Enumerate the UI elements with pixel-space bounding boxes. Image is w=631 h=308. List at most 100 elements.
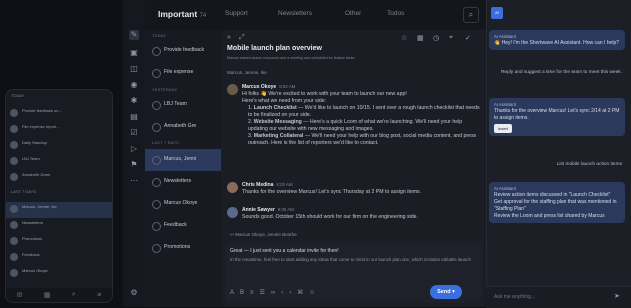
- section-header: TODAY: [152, 34, 167, 38]
- numbered-list-icon[interactable]: ☰: [260, 290, 271, 296]
- bold-icon[interactable]: B: [240, 290, 250, 296]
- checkbox[interactable]: [152, 69, 161, 78]
- message-sender: Chris Medina 8:03 AM: [242, 182, 293, 188]
- send-icon[interactable]: ➤: [614, 292, 620, 300]
- play-icon[interactable]: ▷: [129, 144, 139, 154]
- list-item[interactable]: LBJ Team: [145, 94, 221, 116]
- avatar: [227, 182, 238, 193]
- ai-message: AI Assistant Review action items discuss…: [489, 182, 625, 223]
- inbox-icon[interactable]: ✉: [17, 291, 23, 299]
- avatar: [227, 207, 238, 218]
- checkbox[interactable]: [152, 244, 161, 253]
- calendar-icon[interactable]: ▦: [417, 34, 424, 42]
- mobile-preview: TODAY Provide feedback on... File expens…: [6, 90, 112, 302]
- checkbox[interactable]: [152, 200, 161, 209]
- tab-newsletters[interactable]: Newsletters: [278, 10, 312, 17]
- phone-list-item[interactable]: File expense report...: [6, 122, 112, 138]
- tasks-icon[interactable]: ☑: [129, 128, 139, 138]
- formatting-toolbar: AB≡☰∞‹›⌘☺: [230, 289, 321, 296]
- phone-list-item[interactable]: Annabeth Grant: [6, 170, 112, 186]
- list-item[interactable]: Marcus Okoye: [145, 193, 221, 215]
- list-item[interactable]: Annabeth Gre: [145, 116, 221, 138]
- menu-icon[interactable]: ≡: [97, 292, 101, 299]
- checkbox[interactable]: [152, 123, 161, 132]
- message-sender: Annie Sawyer 8:05 AM: [242, 207, 294, 213]
- thread-pane: » ⤢ ☆ ▦ ◷ ⌖ ✓ Mobile launch plan overvie…: [221, 30, 486, 307]
- avatar: [10, 221, 18, 229]
- done-icon[interactable]: ✓: [465, 34, 471, 42]
- avatar: [10, 173, 18, 181]
- message-sender: Marcus Okoye 8:02 AM: [242, 84, 296, 90]
- avatar: [10, 237, 18, 245]
- list-item[interactable]: Newsletters: [145, 171, 221, 193]
- avatar: [10, 253, 18, 261]
- icon-rail: ✎ ▣ ◫ ◉ ✱ ▤ ☑ ▷ ⚑ ⋯ ⚙: [123, 0, 145, 307]
- link-icon[interactable]: ∞: [271, 290, 281, 296]
- collapse-icon[interactable]: »: [227, 34, 231, 41]
- checkbox[interactable]: [152, 47, 161, 56]
- reply-recipients[interactable]: ↩ Marcus Okoye, Jennie Boothe: [230, 232, 297, 238]
- ai-input[interactable]: Ask me anything...: [494, 294, 535, 300]
- compose-icon[interactable]: ✎: [129, 30, 139, 40]
- checkbox[interactable]: [152, 101, 161, 110]
- list-item[interactable]: Promotions: [145, 237, 221, 259]
- list-item[interactable]: Feedback: [145, 215, 221, 237]
- checkbox[interactable]: [152, 222, 161, 231]
- send-button[interactable]: Send ▾: [430, 285, 462, 299]
- draft-line[interactable]: In the meantime, feel free to start addi…: [230, 257, 475, 263]
- calendar-icon[interactable]: ◫: [129, 64, 139, 74]
- more-icon[interactable]: ⋯: [129, 176, 139, 186]
- draft-line[interactable]: Great — I just sent you a calendar invit…: [230, 248, 475, 254]
- search-icon[interactable]: ⌕: [463, 7, 479, 23]
- calendar-icon[interactable]: ▦: [44, 291, 51, 299]
- phone-list-item[interactable]: Daily Standup: [6, 138, 112, 154]
- phone-list-item[interactable]: Newsletters: [6, 218, 112, 234]
- avatar: [10, 205, 18, 213]
- search-icon[interactable]: ⌕: [72, 291, 76, 299]
- attach-icon[interactable]: ⌘: [297, 290, 309, 296]
- ai-message: AI Assistant Thanks for the overview Mar…: [489, 98, 625, 136]
- emoji-icon[interactable]: ☺: [309, 290, 321, 296]
- gear-icon[interactable]: ⚙: [129, 288, 139, 298]
- tab-support[interactable]: Support: [225, 10, 248, 17]
- checkbox[interactable]: [152, 178, 161, 187]
- section-header: YESTERDAY: [152, 88, 178, 92]
- settings-icon[interactable]: ✱: [129, 96, 139, 106]
- insert-button[interactable]: Insert: [494, 124, 513, 133]
- message-body: Sounds good. October 15th should work fo…: [242, 214, 418, 220]
- flag-icon[interactable]: ⚑: [129, 160, 139, 170]
- participants: Marcus, Jennie, Ike: [227, 70, 267, 75]
- star-icon[interactable]: ☆: [401, 34, 407, 42]
- ai-input-bar: Ask me anything... ➤: [486, 286, 631, 308]
- phone-list-item[interactable]: LBJ Team: [6, 154, 112, 170]
- user-message: Reply and suggest a time for the team to…: [500, 70, 622, 75]
- phone-list-item-selected[interactable]: Marcus, Jennie, Ike: [6, 202, 112, 218]
- expand-icon[interactable]: ⤢: [239, 34, 245, 42]
- user-message: List mobile launch action items: [556, 162, 622, 167]
- page-title: Important 74: [158, 9, 207, 19]
- avatar: [10, 125, 18, 133]
- contacts-icon[interactable]: ◉: [129, 80, 139, 90]
- text-format-icon[interactable]: A: [230, 290, 240, 296]
- avatar: [10, 157, 18, 165]
- list-item[interactable]: Provide feedback: [145, 40, 221, 62]
- phone-list-item[interactable]: Marcus Okoye: [6, 266, 112, 282]
- tab-other[interactable]: Other: [345, 10, 361, 17]
- pin-icon[interactable]: ⌖: [449, 34, 453, 42]
- docs-icon[interactable]: ▤: [129, 112, 139, 122]
- list-item[interactable]: File expense: [145, 62, 221, 84]
- phone-list-item[interactable]: Promotions: [6, 234, 112, 250]
- avatar: [10, 109, 18, 117]
- tab-todos[interactable]: Todos: [387, 10, 404, 17]
- ai-badge: AI: [491, 7, 503, 19]
- section-header: LAST 7 DAYS: [152, 141, 180, 145]
- list-icon[interactable]: ≡: [250, 290, 260, 296]
- phone-list-item[interactable]: Provide feedback on...: [6, 106, 112, 122]
- phone-list-item[interactable]: Feedback: [6, 250, 112, 266]
- clock-icon[interactable]: ◷: [433, 34, 439, 42]
- message-body: Hi folks 👋 We're excited to work with yo…: [242, 91, 480, 146]
- list-item-selected[interactable]: Marcus, Jenni: [145, 149, 221, 171]
- checkbox[interactable]: [152, 156, 161, 165]
- inbox-icon[interactable]: ▣: [129, 48, 139, 58]
- code-icon[interactable]: ‹›: [281, 290, 297, 296]
